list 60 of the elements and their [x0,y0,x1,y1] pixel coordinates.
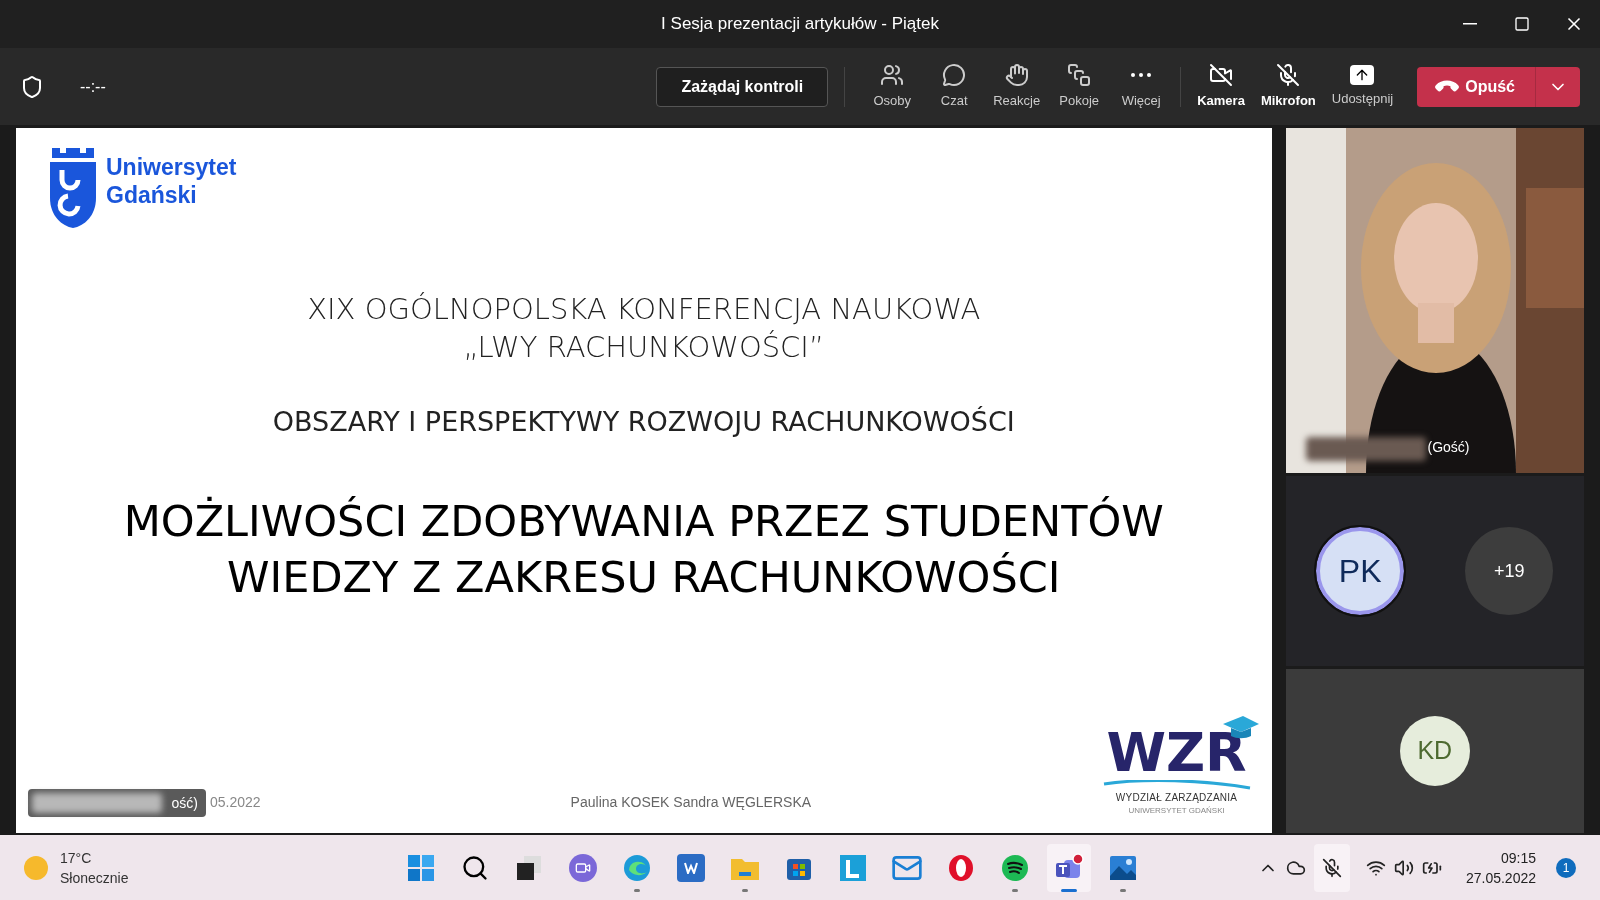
document-app-icon [676,853,705,882]
conference-name: „LWY RACHUNKOWOŚCI” [463,329,824,366]
presenter-tag: ość) [28,789,206,817]
university-logo-icon [48,148,98,230]
microphone-muted-indicator[interactable] [1313,843,1350,892]
search-icon [460,853,489,882]
reactions-button[interactable]: Reakcje [985,54,1049,119]
faculty-logo-mark: WZR [1106,721,1247,784]
slide-date: 05.2022 [210,793,261,812]
participant-tag: (Gość) [1427,437,1470,457]
slide-authors: Paulina KOSEK Sandra WĘGLERSKA [570,793,812,812]
conference-name: XIX OGÓLNOPOLSKA KONFERENCJA NAUKOWA [307,291,981,328]
maximize-icon [1514,16,1530,32]
taskbar-app[interactable] [1046,843,1091,892]
photos-icon [1108,853,1137,882]
hand-icon [1004,62,1029,87]
opera-icon [946,853,975,882]
l-app-icon [838,853,867,882]
microphone-off-icon [1276,62,1301,87]
windows-icon [406,853,435,882]
share-icon [1350,64,1375,85]
camera-off-icon [1209,62,1233,87]
university-name: Gdański [106,181,198,209]
people-button[interactable]: Osoby [861,54,924,119]
participant-avatar: KD [1399,716,1470,786]
participant-avatar: +19 [1465,527,1554,615]
participant-avatar: PK [1316,527,1405,615]
weather-temperature: 17°C [60,848,93,868]
mic-button[interactable]: Mikrofon [1252,54,1324,119]
shield-icon [20,74,44,99]
chat-button[interactable]: Czat [923,54,986,119]
clock-date: 27.05.2022 [1465,868,1536,888]
request-control-button[interactable]: Zażądaj kontroli [656,66,829,107]
rooms-button[interactable]: Pokoje [1048,54,1111,119]
rooms-icon [1067,62,1092,87]
faculty-university: UNIWERSYTET GDAŃSKI [1128,805,1225,817]
task-view-icon [514,853,543,882]
faculty-name: WYDZIAŁ ZARZĄDZANIA [1115,791,1238,805]
university-name: Uniwersytet [106,153,237,181]
chat-icon [942,62,967,87]
people-icon [880,62,905,87]
meeting-timer: --:-- [80,76,106,97]
camera-button[interactable]: Kamera [1189,54,1253,119]
clock-time: 09:15 [1500,848,1536,868]
volume-icon[interactable] [1393,857,1414,878]
chat-app-icon [568,853,597,882]
slide-title: WIEDZY Z ZAKRESU RACHUNKOWOŚCI [227,550,1061,604]
more-button[interactable]: Więcej [1110,54,1173,119]
browser-icon [622,853,651,882]
notification-badge[interactable]: 1 [1556,857,1576,878]
weather-condition: Słonecznie [60,868,129,888]
window-title: I Sesja prezentacji artykułów - Piątek [661,13,939,36]
music-app-icon [1000,853,1029,882]
slide-subtitle: OBSZARY I PERSPEKTYWY ROZWOJU RACHUNKOWOŚCI [272,405,1015,439]
share-button[interactable]: Udostępnij [1323,54,1402,119]
more-icon [1131,72,1152,77]
slide-title: MOŻLIWOŚCI ZDOBYWANIA PRZEZ STUDENTÓW [123,494,1164,548]
wave-icon [1101,780,1252,790]
sun-icon [24,855,48,880]
minimize-icon [1463,23,1477,25]
